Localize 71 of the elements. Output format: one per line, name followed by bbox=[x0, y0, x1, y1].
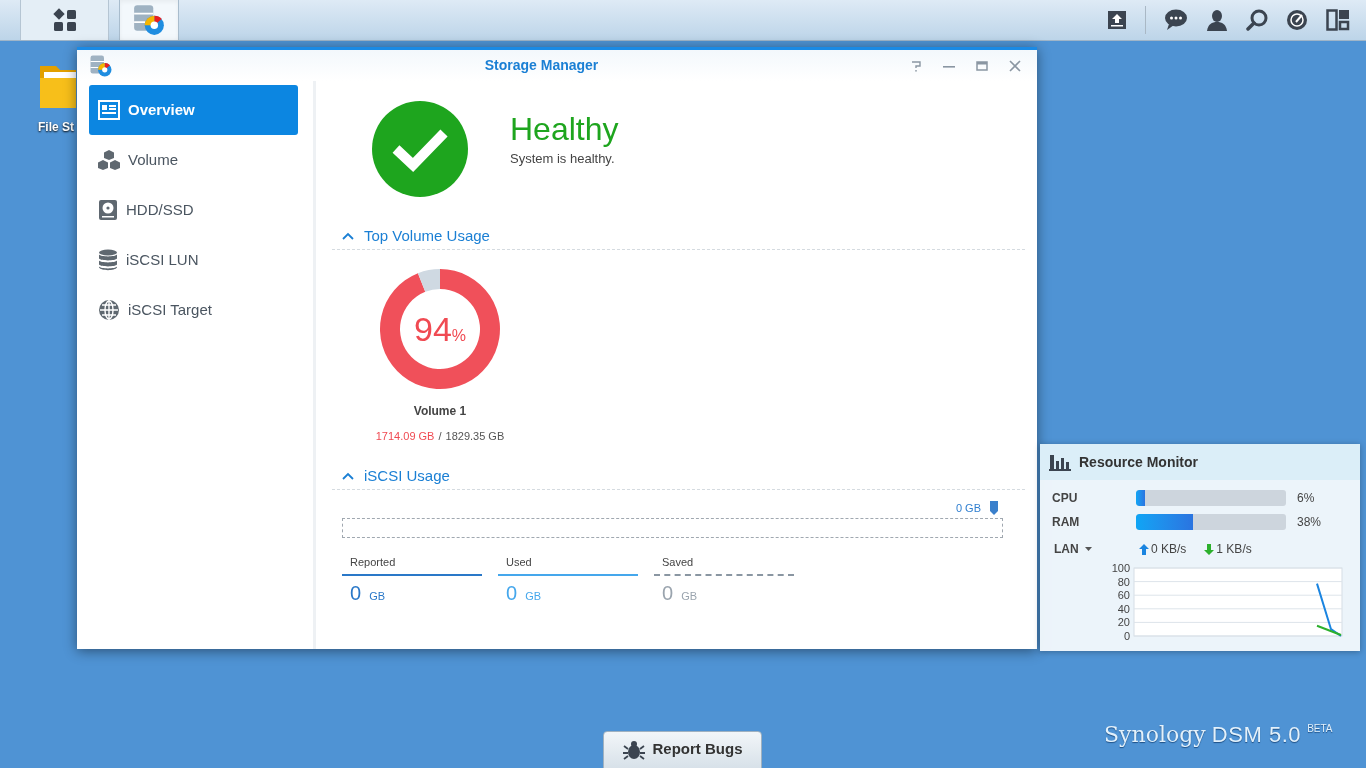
sidebar-item[interactable]: Volume bbox=[89, 135, 298, 185]
taskbar-button[interactable] bbox=[21, 0, 109, 40]
axis-tick: 0 bbox=[1123, 630, 1130, 642]
legend-unit: GB bbox=[525, 589, 542, 604]
user-icon[interactable] bbox=[1206, 9, 1228, 31]
brand-name: Synology bbox=[1104, 724, 1206, 746]
bar-chart-icon bbox=[1049, 453, 1071, 471]
search-icon[interactable] bbox=[1246, 9, 1268, 31]
legend-label: Reported bbox=[349, 554, 397, 570]
axis-tick: 100 bbox=[1111, 564, 1130, 574]
lan-dropdown[interactable]: LAN bbox=[1052, 540, 1136, 558]
separator: / bbox=[438, 429, 442, 444]
upload-arrow-icon bbox=[1139, 543, 1149, 555]
legend-label: Used bbox=[505, 554, 533, 570]
status-message: System is healthy. bbox=[510, 150, 616, 168]
download-arrow-icon bbox=[1204, 543, 1215, 555]
used-capacity: 1714.09 GB bbox=[375, 429, 435, 444]
cubes-icon bbox=[98, 149, 120, 171]
upload-rate: 0 KB/s bbox=[1151, 541, 1187, 558]
chat-icon[interactable] bbox=[1164, 9, 1188, 31]
overview-icon bbox=[98, 100, 120, 120]
widget-title: Resource Monitor bbox=[1079, 452, 1198, 472]
section-heading: iSCSI Usage bbox=[364, 465, 450, 486]
meter-label: CPU bbox=[1052, 490, 1079, 507]
help-icon[interactable] bbox=[910, 59, 922, 72]
sidebar-item[interactable]: HDD/SSD bbox=[89, 185, 298, 235]
collapse-icon[interactable] bbox=[342, 472, 354, 480]
axis-tick: 40 bbox=[1117, 602, 1130, 615]
download-rate: 1 KB/s bbox=[1216, 541, 1252, 558]
close-icon[interactable] bbox=[1009, 59, 1021, 72]
section-heading: Top Volume Usage bbox=[364, 225, 490, 246]
download-line bbox=[1316, 624, 1342, 636]
axis-tick: 20 bbox=[1117, 616, 1130, 629]
axis-tick: 60 bbox=[1117, 589, 1130, 602]
storage-manager-icon bbox=[132, 3, 166, 37]
database-icon bbox=[98, 249, 118, 271]
meter-reading: 38% bbox=[1297, 514, 1322, 531]
window-title: Storage Manager bbox=[483, 56, 600, 75]
legend-unit: GB bbox=[681, 589, 698, 604]
legend-value: 0 bbox=[662, 581, 674, 606]
collapse-icon[interactable] bbox=[342, 232, 354, 240]
brand-tag: BETA bbox=[1307, 724, 1333, 734]
taskbar-button[interactable] bbox=[119, 0, 179, 40]
upload-icon[interactable] bbox=[1107, 10, 1127, 30]
volume-name: Volume 1 bbox=[413, 403, 467, 420]
upload-line bbox=[1316, 582, 1342, 637]
bug-icon bbox=[622, 739, 645, 760]
legend-value: 0 bbox=[350, 581, 362, 606]
maximize-icon[interactable] bbox=[976, 59, 988, 72]
legend-label: Saved bbox=[661, 554, 695, 570]
grid-icon bbox=[52, 8, 77, 32]
widgets-icon[interactable] bbox=[1326, 9, 1350, 31]
storage-manager-icon bbox=[89, 53, 113, 78]
usage-marker-label: 0 GB bbox=[955, 501, 981, 516]
status-title: Healthy bbox=[510, 110, 619, 149]
meter-label: RAM bbox=[1052, 514, 1081, 531]
report-bugs-button[interactable]: Report Bugs bbox=[603, 731, 762, 768]
axis-tick: 80 bbox=[1117, 575, 1130, 588]
legend-value: 0 bbox=[506, 581, 518, 606]
marker-icon bbox=[989, 501, 999, 516]
gauge-icon[interactable] bbox=[1286, 9, 1308, 31]
sidebar-item[interactable]: iSCSI Target bbox=[89, 285, 298, 335]
meter-reading: 6% bbox=[1297, 490, 1315, 507]
caret-icon bbox=[1084, 547, 1092, 551]
total-capacity: 1829.35 GB bbox=[445, 429, 505, 444]
usage-percent: 94% bbox=[413, 308, 467, 350]
globe-icon bbox=[98, 299, 120, 321]
sidebar-item[interactable]: Overview bbox=[89, 85, 298, 135]
legend-unit: GB bbox=[369, 589, 386, 604]
brand-product: DSM 5.0 bbox=[1211, 724, 1302, 746]
sidebar-item[interactable]: iSCSI LUN bbox=[89, 235, 298, 285]
